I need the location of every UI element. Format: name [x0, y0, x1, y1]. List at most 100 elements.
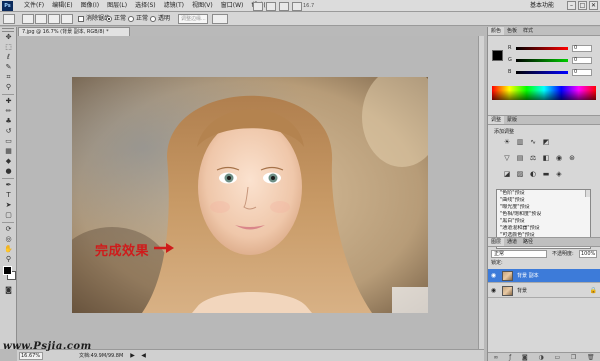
crop-tool-icon[interactable]: ⌗: [2, 73, 15, 82]
photo-filter-icon[interactable]: ◉: [554, 154, 564, 163]
transparent-radio[interactable]: [150, 16, 156, 22]
menu-edit[interactable]: 编辑(E): [48, 0, 76, 12]
subtract-selection-icon[interactable]: [48, 14, 60, 24]
intersect-selection-icon[interactable]: [61, 14, 73, 24]
add-mask-icon[interactable]: ◙: [522, 353, 528, 361]
layer-row[interactable]: ◉ 背景 副本: [488, 269, 600, 283]
link-layers-icon[interactable]: ∞: [493, 353, 498, 361]
gradient-tool-icon[interactable]: ▦: [2, 147, 15, 156]
eyedropper-tool-icon[interactable]: ⚲: [2, 83, 15, 92]
marquee-tool-icon[interactable]: ⬚: [2, 43, 15, 52]
preset-channel-mixer[interactable]: "通道混和器"预设: [497, 225, 590, 232]
add-selection-icon[interactable]: [35, 14, 47, 24]
color-balance-icon[interactable]: ⚖: [528, 154, 538, 163]
slider-green[interactable]: G 0: [508, 57, 596, 64]
lasso-tool-icon[interactable]: ℓ: [2, 53, 15, 62]
hand-view-icon[interactable]: [279, 1, 289, 11]
tab-color[interactable]: 颜色: [488, 27, 505, 35]
delete-layer-icon[interactable]: 🗑: [587, 353, 595, 361]
threshold-icon[interactable]: ◐: [528, 170, 538, 179]
tab-masks[interactable]: 蒙版: [504, 116, 520, 124]
history-brush-tool-icon[interactable]: ↺: [2, 127, 15, 136]
eraser-tool-icon[interactable]: ▭: [2, 137, 15, 146]
status-menu-icon[interactable]: ▶: [129, 351, 136, 360]
slider-red-track[interactable]: [516, 47, 568, 50]
zoom-tool-icon[interactable]: ⚲: [2, 255, 15, 264]
black-white-icon[interactable]: ◧: [541, 154, 551, 163]
3d-rotate-tool-icon[interactable]: ⟳: [2, 225, 15, 234]
slider-red-value[interactable]: 0: [572, 45, 592, 52]
selective-color-icon[interactable]: ◈: [554, 170, 564, 179]
preset-list-scrollbar[interactable]: [585, 190, 590, 197]
menu-window[interactable]: 窗口(W): [217, 0, 248, 12]
mode-style-radio[interactable]: [128, 16, 134, 22]
color-spectrum-bar[interactable]: [492, 86, 596, 100]
menu-layer[interactable]: 图层(L): [103, 0, 131, 12]
hue-saturation-icon[interactable]: ▤: [515, 154, 525, 163]
move-tool-icon[interactable]: ✥: [2, 33, 15, 42]
document-tab[interactable]: 7.jpg @ 16.7% (背景 副本, RGB/8) *: [18, 27, 130, 36]
preset-exposure[interactable]: "曝光度"预设: [497, 204, 590, 211]
slider-blue-track[interactable]: [516, 71, 568, 74]
curves-icon[interactable]: ∿: [528, 138, 538, 147]
healing-brush-tool-icon[interactable]: ✚: [2, 97, 15, 106]
antialias-checkbox[interactable]: [78, 16, 84, 22]
canvas-area[interactable]: 完成效果: [17, 36, 484, 349]
quick-select-tool-icon[interactable]: ✎: [2, 63, 15, 72]
vertical-scrollbar[interactable]: [478, 36, 484, 349]
preset-black-white[interactable]: "黑白"预设: [497, 218, 590, 225]
status-prev-icon[interactable]: ◀: [140, 351, 147, 360]
menu-view[interactable]: 视图(V): [188, 0, 217, 12]
blend-mode-select[interactable]: 正常: [491, 250, 547, 258]
close-icon[interactable]: ✕: [589, 1, 598, 10]
new-layer-icon[interactable]: ❐: [571, 353, 576, 361]
zoom-level[interactable]: 16.7: [303, 0, 314, 12]
new-selection-icon[interactable]: [22, 14, 34, 24]
tab-paths[interactable]: 路径: [520, 238, 536, 246]
tab-layers[interactable]: 图层: [488, 238, 505, 246]
pen-tool-icon[interactable]: ✒: [2, 181, 15, 190]
tab-channels[interactable]: 通道: [504, 238, 520, 246]
bridge-icon[interactable]: [253, 1, 263, 11]
refine-edge-button[interactable]: 调整边缘...: [178, 14, 208, 24]
minimize-icon[interactable]: –: [567, 1, 576, 10]
brightness-contrast-icon[interactable]: ☀: [502, 138, 512, 147]
brush-tool-icon[interactable]: ✏: [2, 107, 15, 116]
menu-file[interactable]: 文件(F): [20, 0, 48, 12]
vibrance-icon[interactable]: ▽: [502, 154, 512, 163]
invert-icon[interactable]: ◪: [502, 170, 512, 179]
slider-red[interactable]: R 0: [508, 45, 596, 52]
new-group-icon[interactable]: ▭: [554, 353, 560, 361]
slider-green-value[interactable]: 0: [572, 57, 592, 64]
panel-foreground-swatch[interactable]: [492, 50, 503, 61]
visibility-eye-icon[interactable]: ◉: [490, 287, 497, 294]
menu-select[interactable]: 选择(S): [131, 0, 160, 12]
menu-filter[interactable]: 滤镜(T): [160, 0, 188, 12]
3d-orbit-tool-icon[interactable]: ◎: [2, 235, 15, 244]
preset-levels[interactable]: "色阶"预设: [497, 190, 590, 197]
tab-styles[interactable]: 样式: [520, 27, 536, 35]
exposure-icon[interactable]: ◩: [541, 138, 551, 147]
levels-icon[interactable]: ▥: [515, 138, 525, 147]
preset-hue-saturation[interactable]: "色相/饱和度"预设: [497, 211, 590, 218]
gradient-map-icon[interactable]: ▬: [541, 170, 551, 179]
document-photo[interactable]: [72, 77, 428, 313]
restore-icon[interactable]: □: [578, 1, 587, 10]
minibridge-icon[interactable]: [266, 1, 276, 11]
visibility-eye-icon[interactable]: ◉: [490, 272, 497, 279]
path-select-tool-icon[interactable]: ➤: [2, 201, 15, 210]
shape-tool-icon[interactable]: ▢: [2, 211, 15, 220]
hand-tool-icon[interactable]: ✋: [2, 245, 15, 254]
quick-mask-icon[interactable]: ◙: [2, 286, 15, 295]
toolbox-grip[interactable]: [2, 28, 14, 32]
workspace-switcher[interactable]: 基本功能: [530, 0, 554, 12]
clone-stamp-tool-icon[interactable]: ♣: [2, 117, 15, 126]
blur-tool-icon[interactable]: ◆: [2, 157, 15, 166]
tab-swatches[interactable]: 色板: [504, 27, 520, 35]
dodge-tool-icon[interactable]: ●: [2, 167, 15, 176]
type-tool-icon[interactable]: T: [2, 191, 15, 200]
zoom-view-icon[interactable]: [292, 1, 302, 11]
new-adjustment-layer-icon[interactable]: ◑: [538, 353, 543, 361]
slider-blue[interactable]: B 0: [508, 69, 596, 76]
selection-preview-icon[interactable]: [212, 14, 228, 24]
